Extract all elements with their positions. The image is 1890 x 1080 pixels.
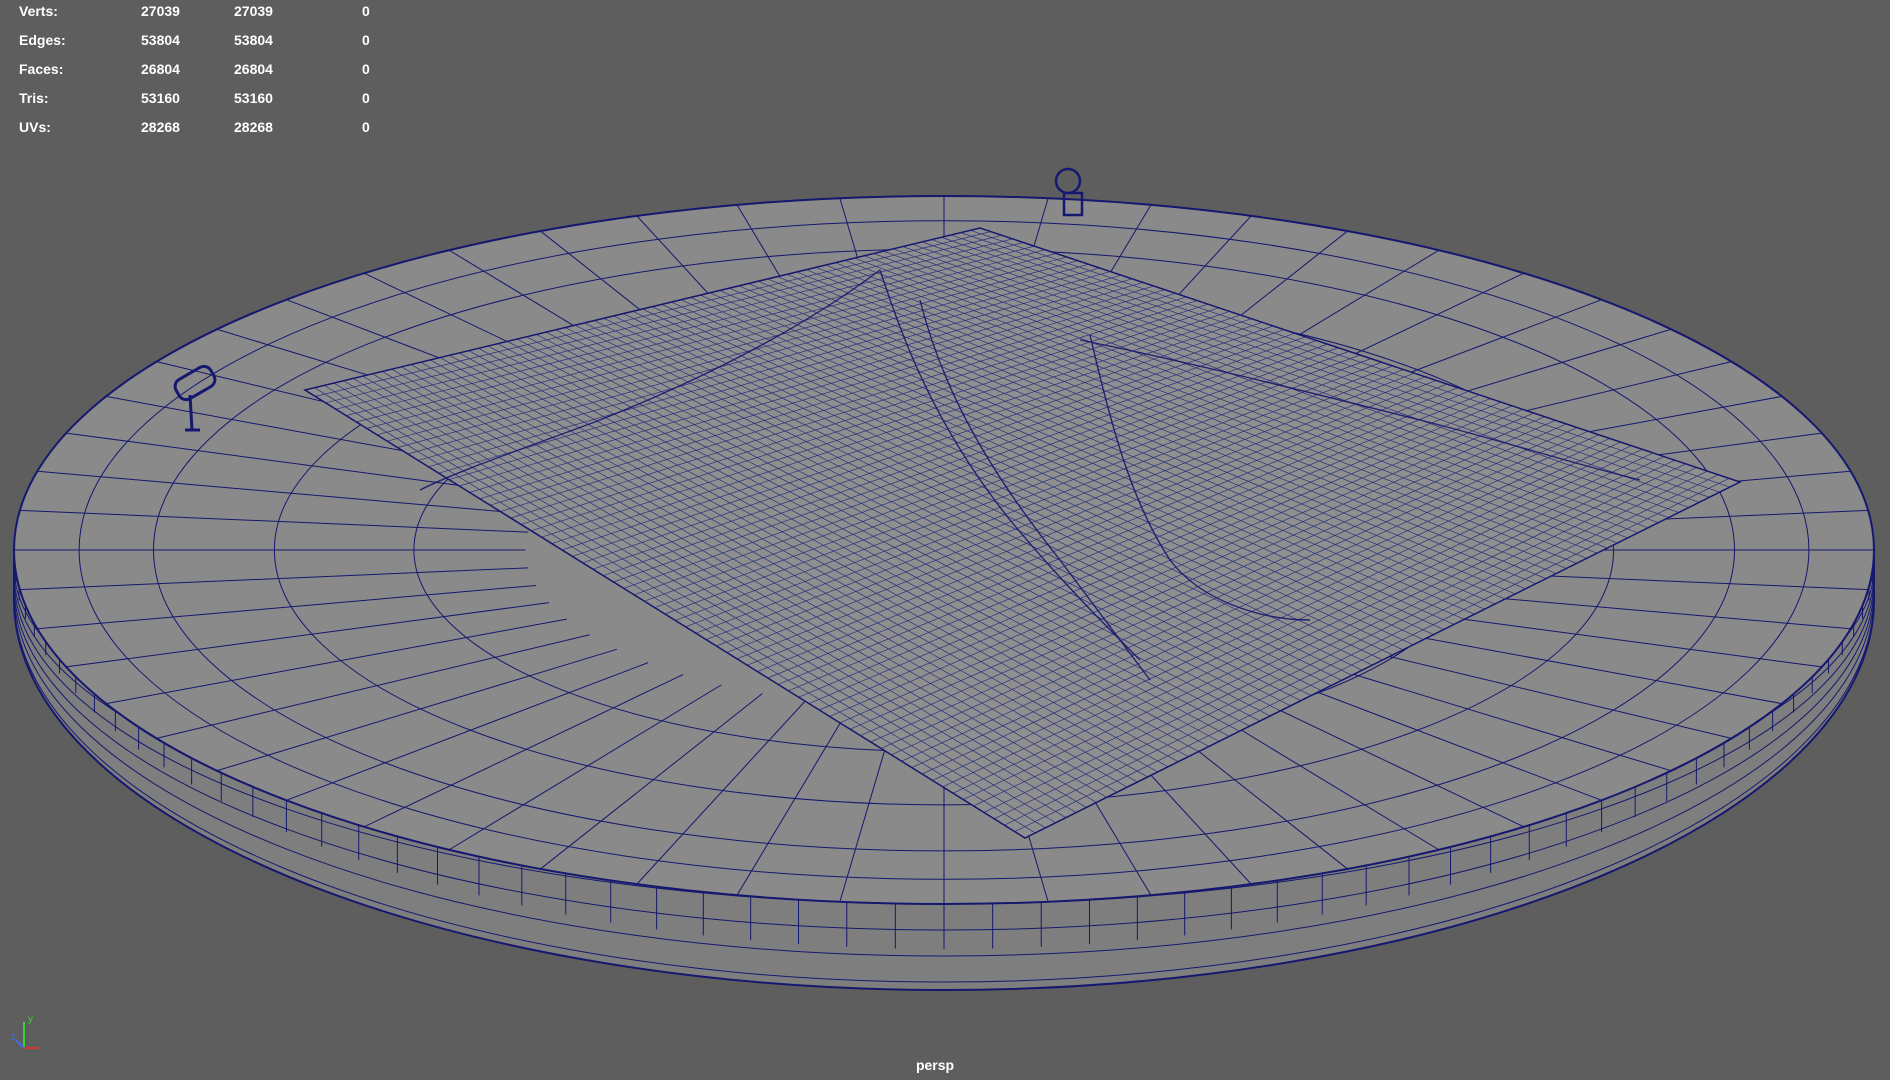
hud-label: Verts:: [19, 3, 58, 19]
hud-total: 26804: [141, 61, 180, 77]
hud-extra: 0: [362, 61, 370, 77]
hud-extra: 0: [362, 32, 370, 48]
hud-selected: 28268: [234, 119, 273, 135]
hud-total: 53160: [141, 90, 180, 106]
hud-label: Edges:: [19, 32, 66, 48]
hud-extra: 0: [362, 3, 370, 19]
hud-selected: 26804: [234, 61, 273, 77]
axis-z-label: z: [11, 1032, 16, 1043]
hud-extra: 0: [362, 90, 370, 106]
axis-y-label: y: [28, 1014, 33, 1025]
axis-gizmo-icon: y z: [11, 1014, 40, 1049]
hud-selected: 53160: [234, 90, 273, 106]
hud-selected: 53804: [234, 32, 273, 48]
hud-label: UVs:: [19, 119, 51, 135]
hud-selected: 27039: [234, 3, 273, 19]
hud-total: 53804: [141, 32, 180, 48]
hud-extra: 0: [362, 119, 370, 135]
perspective-viewport[interactable]: [0, 0, 1890, 1080]
hud-label: Faces:: [19, 61, 64, 77]
hud-label: Tris:: [19, 90, 49, 106]
hud-total: 28268: [141, 119, 180, 135]
hud-total: 27039: [141, 3, 180, 19]
camera-name-label: persp: [915, 1057, 955, 1073]
